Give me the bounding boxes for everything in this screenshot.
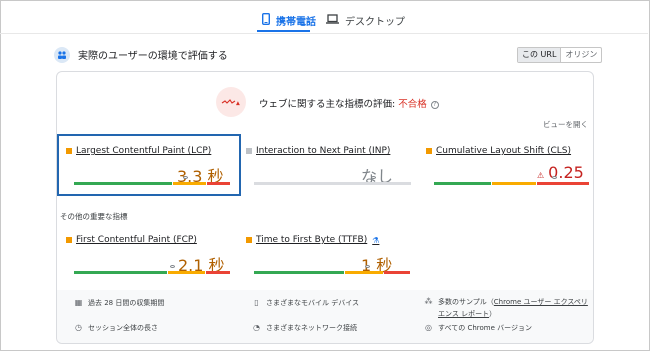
url-origin-toggle: この URL オリジン — [517, 47, 603, 63]
footer-samples: ⁂ 多数のサンプル（ Chrome ユーザー エクスペリ エンス レポート） — [424, 297, 588, 319]
crux-report-link-cont[interactable]: エンス レポート — [438, 310, 489, 318]
metric-inp: Interaction to Next Paint (INP) — [246, 146, 390, 156]
bar-segment-poor — [205, 271, 230, 274]
footer-devices: ▯ さまざまなモバイル デバイス — [252, 298, 359, 308]
section-title: 実際のユーザーの環境で評価する — [78, 51, 228, 62]
metric-ttfb-distribution-bar — [254, 265, 411, 274]
bar-segment-good — [74, 271, 168, 274]
metric-cls-distribution-bar — [434, 176, 590, 185]
percentile-marker — [370, 176, 376, 179]
status-orange-square-icon — [246, 237, 252, 243]
bar-segment-poor — [536, 182, 589, 185]
footer-samples-prefix: 多数のサンプル（ — [438, 298, 494, 306]
tab-divider — [0, 33, 648, 34]
footer-period: ▦ 過去 28 日間の収集期間 — [74, 298, 165, 308]
metric-cls-value-wrap: ⚠ 0.25 — [537, 163, 584, 182]
bar-segment-empty — [254, 182, 411, 185]
this-url-button[interactable]: この URL — [518, 48, 562, 62]
svg-text:▲: ▲ — [236, 101, 240, 107]
bar-segment-good — [434, 182, 491, 185]
metric-ttfb-name-row: Time to First Byte (TTFB) ⚗ — [246, 235, 379, 245]
active-tab-indicator — [257, 30, 310, 32]
footer-period-text: 過去 28 日間の収集期間 — [88, 299, 165, 307]
metric-fcp: First Contentful Paint (FCP) — [66, 235, 197, 245]
experimental-beaker-icon: ⚗ — [372, 235, 380, 245]
tab-mobile-label: 携帯電話 — [276, 16, 316, 28]
crux-report-link[interactable]: Chrome ユーザー エクスペリ — [494, 297, 588, 307]
metric-cls-name-row: Cumulative Layout Shift (CLS) — [426, 146, 571, 156]
warning-icon: ⚠ — [537, 171, 545, 180]
metric-fcp-name-row: First Contentful Paint (FCP) — [66, 235, 197, 245]
metric-inp-distribution-bar — [254, 176, 411, 185]
footer-network-text: さまざまなネットワーク接続 — [266, 324, 357, 332]
metric-fcp-distribution-bar — [74, 265, 231, 274]
footer-chrome: ◎ すべての Chrome バージョン — [424, 323, 532, 333]
lcp-highlight-box — [57, 134, 241, 196]
bar-segment-needs-improvement — [345, 271, 384, 274]
bar-segment-needs-improvement — [168, 271, 205, 274]
metric-ttfb-name[interactable]: Time to First Byte (TTFB) — [256, 235, 367, 245]
timer-icon: ◷ — [75, 323, 82, 332]
percentile-marker — [551, 176, 557, 179]
metric-cls-value: 0.25 — [548, 163, 584, 182]
phone-icon — [261, 12, 270, 28]
metric-inp-name[interactable]: Interaction to Next Paint (INP) — [256, 146, 390, 156]
assessment-fail-icon: ▲ — [216, 87, 246, 117]
other-metrics-label: その他の重要な指標 — [60, 212, 128, 221]
metric-cls-name[interactable]: Cumulative Layout Shift (CLS) — [436, 146, 571, 156]
help-icon[interactable]: ? — [430, 101, 439, 109]
chrome-icon: ◎ — [425, 323, 432, 332]
bar-segment-needs-improvement — [491, 182, 536, 185]
tab-desktop[interactable]: デスクトップ — [326, 11, 405, 29]
status-gray-square-icon — [246, 148, 252, 154]
metric-cls: Cumulative Layout Shift (CLS) — [426, 146, 571, 156]
footer-samples-row-2: エンス レポート） — [438, 309, 496, 319]
devices-icon: ▯ — [254, 298, 259, 307]
users-icon — [54, 47, 70, 63]
status-orange-square-icon — [426, 148, 432, 154]
assessment-label: ウェブに関する主な指標の評価: — [259, 99, 399, 110]
samples-icon: ⁂ — [424, 297, 433, 306]
calendar-icon: ▦ — [74, 298, 83, 307]
bar-segment-good — [254, 271, 345, 274]
footer-samples-row: ⁂ 多数のサンプル（ Chrome ユーザー エクスペリ — [424, 297, 588, 307]
expand-view-link[interactable]: ビューを開く — [543, 119, 588, 130]
footer-session: ◷ セッション全体の長さ — [74, 323, 158, 333]
laptop-icon — [326, 13, 339, 27]
tab-mobile[interactable]: 携帯電話 — [261, 11, 316, 29]
percentile-marker — [364, 265, 370, 268]
wifi-icon: ◔ — [253, 323, 260, 332]
origin-button[interactable]: オリジン — [561, 48, 601, 62]
footer-chrome-text: すべての Chrome バージョン — [438, 324, 532, 332]
assessment-summary: ウェブに関する主な指標の評価: 不合格? — [259, 96, 439, 110]
footer-session-text: セッション全体の長さ — [88, 324, 158, 332]
metric-fcp-name[interactable]: First Contentful Paint (FCP) — [76, 235, 197, 245]
status-orange-square-icon — [66, 237, 72, 243]
tab-desktop-label: デスクトップ — [345, 16, 405, 28]
assessment-result: 不合格 — [398, 99, 427, 110]
footer-network: ◔ さまざまなネットワーク接続 — [252, 323, 357, 333]
bar-segment-poor — [384, 271, 410, 274]
footer-samples-suffix: ） — [489, 310, 497, 318]
metric-ttfb: Time to First Byte (TTFB) ⚗ — [246, 235, 379, 245]
footer-devices-text: さまざまなモバイル デバイス — [266, 299, 360, 307]
metric-inp-name-row: Interaction to Next Paint (INP) — [246, 146, 390, 156]
